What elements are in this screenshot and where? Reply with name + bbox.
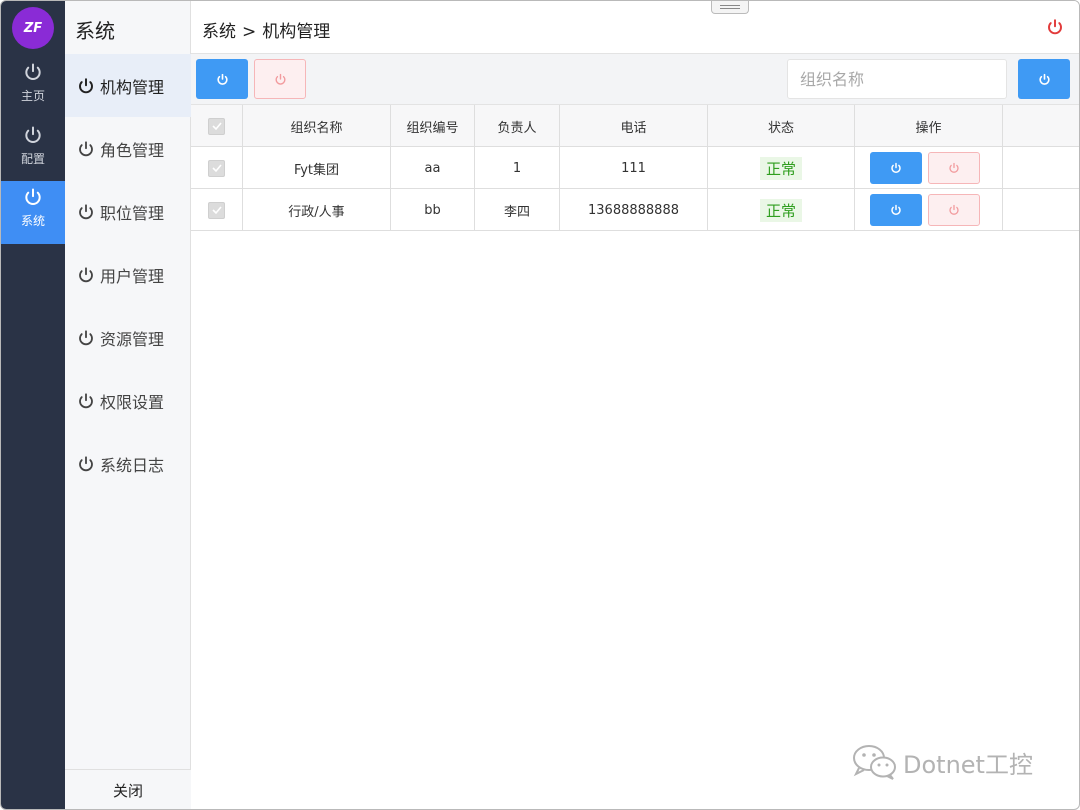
row-select-cell: [191, 189, 243, 231]
power-icon: [79, 392, 93, 408]
power-icon: [79, 455, 93, 471]
rail-item-home[interactable]: 主页: [1, 56, 65, 119]
delete-button[interactable]: [928, 152, 980, 184]
filler-cell: [1003, 105, 1079, 147]
app-logo: ZF: [12, 7, 54, 49]
table-row[interactable]: 行政/人事 bb 李四 13688888888 正常: [191, 189, 1079, 231]
status-badge: 正常: [759, 156, 802, 180]
power-icon: [949, 204, 959, 215]
power-icon: [79, 77, 93, 93]
power-icon: [891, 162, 901, 173]
delete-button[interactable]: [928, 194, 980, 226]
rail-item-label: 配置: [20, 152, 45, 166]
breadcrumb-separator: >: [242, 22, 257, 42]
column-header[interactable]: 组织编号: [391, 105, 475, 147]
subnav-item-position[interactable]: 职位管理: [65, 180, 191, 243]
edit-button[interactable]: [870, 152, 922, 184]
rail-item-label: 系统: [20, 214, 45, 228]
power-icon: [25, 126, 41, 143]
wechat-icon: [853, 745, 896, 780]
subnav-item-label: 角色管理: [100, 140, 165, 160]
subnav-item-log[interactable]: 系统日志: [65, 432, 191, 495]
power-icon: [216, 73, 228, 85]
watermark-text: Dotnet工控: [903, 750, 1033, 779]
org-code-cell: bb: [391, 189, 475, 231]
subnav-item-label: 资源管理: [100, 329, 165, 349]
subnav-item-label: 权限设置: [100, 392, 165, 412]
table-row[interactable]: Fyt集团 aa 1 111 正常: [191, 147, 1079, 189]
column-header[interactable]: 状态: [708, 105, 855, 147]
power-icon: [25, 188, 41, 205]
column-header[interactable]: 电话: [560, 105, 708, 147]
power-icon: [1038, 73, 1050, 85]
power-icon: [949, 162, 959, 173]
select-all-cell: [191, 105, 243, 147]
power-icon: [79, 329, 93, 345]
row-select-cell: [191, 147, 243, 189]
column-header[interactable]: 组织名称: [243, 105, 391, 147]
power-icon: [79, 140, 93, 156]
batch-delete-button[interactable]: [254, 59, 306, 99]
status-cell: 正常: [708, 189, 855, 231]
edit-button[interactable]: [870, 194, 922, 226]
breadcrumb-current: 机构管理: [262, 22, 331, 42]
subnav-item-permission[interactable]: 权限设置: [65, 369, 191, 432]
window-grip-handle[interactable]: [711, 1, 749, 14]
status-badge: 正常: [759, 198, 802, 222]
app-window: ZF 主页 配置 系统 系统 机构管理 角色管理 职位管理 用户管理 资源管理 …: [0, 0, 1080, 810]
org-name-cell: 行政/人事: [243, 189, 391, 231]
rail-item-label: 主页: [20, 89, 45, 103]
check-icon: [211, 164, 222, 173]
subnav-item-label: 用户管理: [100, 266, 165, 286]
main-rail: ZF 主页 配置 系统: [1, 1, 65, 809]
phone-cell: 111: [560, 147, 708, 189]
subnav-item-org[interactable]: 机构管理: [65, 54, 191, 117]
sub-nav: 系统 机构管理 角色管理 职位管理 用户管理 资源管理 权限设置 系统日志 关闭: [65, 1, 191, 809]
row-checkbox[interactable]: [208, 159, 225, 177]
org-name-cell: Fyt集团: [243, 147, 391, 189]
power-icon: [274, 73, 286, 85]
rail-item-system[interactable]: 系统: [1, 181, 65, 244]
search-button[interactable]: [1018, 59, 1070, 99]
watermark: Dotnet工控: [851, 743, 1033, 781]
check-icon: [211, 206, 222, 215]
table-header-row: 组织名称 组织编号 负责人 电话 状态 操作: [191, 105, 1079, 147]
column-header: 操作: [855, 105, 1003, 147]
subnav-title: 系统: [75, 19, 115, 43]
filler-cell: [1003, 147, 1079, 189]
leader-cell: 1: [475, 147, 560, 189]
breadcrumb: 系统 > 机构管理: [202, 17, 330, 42]
filler-cell: [1003, 189, 1079, 231]
add-button[interactable]: [196, 59, 248, 99]
power-icon: [891, 204, 901, 215]
subnav-item-role[interactable]: 角色管理: [65, 117, 191, 180]
status-cell: 正常: [708, 147, 855, 189]
power-off-icon[interactable]: [1046, 18, 1064, 36]
power-icon: [79, 203, 93, 219]
column-header[interactable]: 负责人: [475, 105, 560, 147]
actions-cell: [855, 147, 1003, 189]
select-all-checkbox[interactable]: [208, 117, 225, 135]
subnav-item-label: 职位管理: [100, 203, 165, 223]
subnav-item-label: 系统日志: [100, 455, 165, 475]
breadcrumb-root[interactable]: 系统: [202, 22, 236, 42]
rail-item-config[interactable]: 配置: [1, 119, 65, 182]
power-icon: [25, 63, 41, 80]
check-icon: [211, 122, 222, 131]
actions-cell: [855, 189, 1003, 231]
leader-cell: 李四: [475, 189, 560, 231]
search-input[interactable]: [787, 59, 1007, 99]
power-icon: [79, 266, 93, 282]
subnav-item-resource[interactable]: 资源管理: [65, 306, 191, 369]
phone-cell: 13688888888: [560, 189, 708, 231]
subnav-item-label: 机构管理: [100, 77, 165, 97]
org-code-cell: aa: [391, 147, 475, 189]
close-button[interactable]: 关闭: [65, 769, 191, 809]
toolbar: [191, 54, 1079, 105]
header-bar: 系统 > 机构管理: [191, 1, 1079, 54]
subnav-item-user[interactable]: 用户管理: [65, 243, 191, 306]
row-checkbox[interactable]: [208, 201, 225, 219]
